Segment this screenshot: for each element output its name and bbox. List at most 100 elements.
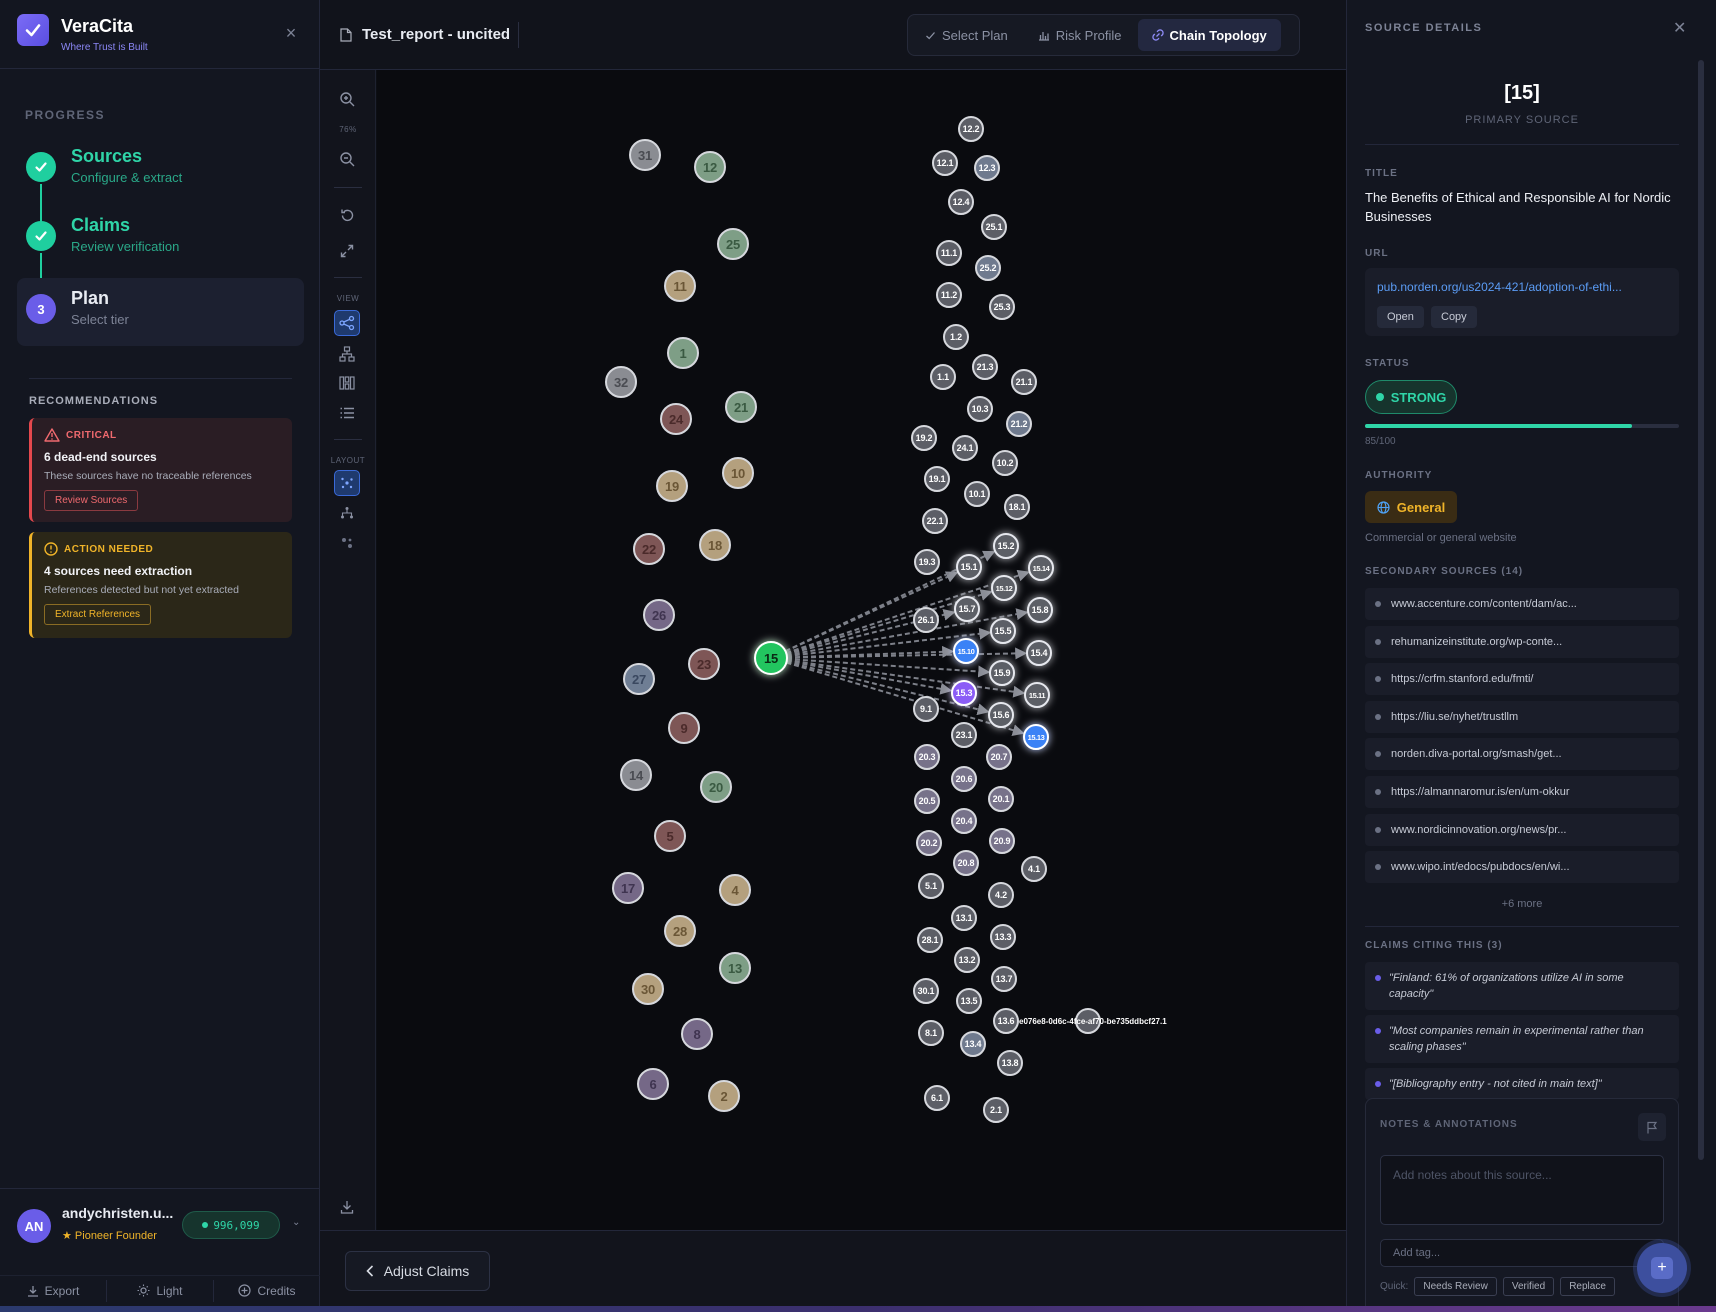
avatar[interactable]: AN [17,1209,51,1243]
graph-node[interactable]: 24 [660,403,692,435]
graph-node[interactable]: 13.6 [993,1008,1019,1034]
secondary-source-item[interactable]: https://liu.se/nyhet/trustllm [1365,700,1679,733]
graph-node[interactable]: 17 [612,872,644,904]
graph-node[interactable]: 15.1 [956,554,982,580]
graph-node[interactable]: 15.11 [1024,682,1050,708]
add-tag-fab-button[interactable]: + [1637,1243,1687,1293]
tree-view-button[interactable] [334,341,360,367]
graph-node[interactable]: 20.9 [989,828,1015,854]
credits-button[interactable]: Credits [214,1280,320,1302]
graph-node[interactable]: 21.1 [1011,369,1037,395]
graph-node[interactable]: 12.1 [932,150,958,176]
graph-node[interactable]: 24.1 [952,435,978,461]
flag-button[interactable] [1638,1113,1666,1141]
graph-node[interactable]: 10.2 [992,450,1018,476]
tab-select-plan[interactable]: Select Plan [911,19,1022,51]
graph-node[interactable]: 13.7 [991,966,1017,992]
force-layout-button[interactable] [334,470,360,496]
graph-node[interactable]: 5.1 [918,873,944,899]
graph-node[interactable]: 13.3 [990,924,1016,950]
graph-node[interactable]: 10.1 [964,481,990,507]
graph-node[interactable]: 13.2 [954,947,980,973]
graph-node[interactable]: 20.3 [914,744,940,770]
graph-node[interactable]: 6.1 [924,1085,950,1111]
graph-node[interactable]: 15.14 [1028,555,1054,581]
brand[interactable]: VeraCita Where Trust is Built [17,14,317,54]
graph-node[interactable]: 18 [699,529,731,561]
graph-node[interactable]: 1.1 [930,364,956,390]
graph-node[interactable]: 1 [667,337,699,369]
tag-input[interactable] [1380,1239,1664,1267]
tab-risk-profile[interactable]: Risk Profile [1024,19,1136,51]
graph-node[interactable]: 15.7 [954,596,980,622]
secondary-source-item[interactable]: www.accenture.com/content/dam/ac... [1365,588,1679,620]
graph-node[interactable]: 6 [637,1068,669,1100]
graph-node[interactable]: 4 [719,874,751,906]
graph-node[interactable]: 20.2 [916,830,942,856]
claim-item[interactable]: "Most companies remain in experimental r… [1365,1015,1679,1063]
secondary-source-item[interactable]: https://crfm.stanford.edu/fmti/ [1365,663,1679,696]
source-url-link[interactable]: pub.norden.org/us2024-421/adoption-of-et… [1377,280,1622,294]
graph-node[interactable]: 12 [694,151,726,183]
graph-node[interactable]: 30 [632,973,664,1005]
panel-scrollbar[interactable] [1698,60,1704,1160]
graph-node[interactable]: 2.1 [983,1097,1009,1123]
graph-node[interactable]: 12.3 [974,155,1000,181]
reset-view-button[interactable] [334,202,360,228]
graph-node[interactable]: 25 [717,228,749,260]
graph-node[interactable]: 21 [725,391,757,423]
graph-node[interactable]: 19 [656,470,688,502]
zoom-out-button[interactable] [334,146,360,172]
graph-node[interactable]: 26 [643,599,675,631]
graph-node[interactable]: 19.1 [924,466,950,492]
graph-node[interactable]: 13 [719,952,751,984]
secondary-source-item[interactable]: rehumanizeinstitute.org/wp-conte... [1365,625,1679,658]
close-icon[interactable]: ✕ [1673,18,1686,38]
graph-node[interactable]: 25.1 [981,214,1007,240]
graph-node[interactable]: 13.5 [956,988,982,1014]
graph-node[interactable]: 31 [629,139,661,171]
graph-node[interactable]: 9 [668,712,700,744]
secondary-source-item[interactable]: norden.diva-portal.org/smash/get... [1365,738,1679,771]
graph-node[interactable]: 25.3 [989,294,1015,320]
quick-tag-needs-review[interactable]: Needs Review [1414,1277,1497,1296]
graph-node[interactable]: 23 [688,648,720,680]
graph-node[interactable]: 2 [708,1080,740,1112]
graph-node[interactable]: 28.1 [917,927,943,953]
zoom-in-button[interactable] [334,86,360,112]
graph-node[interactable]: 23.1 [951,722,977,748]
graph-node[interactable]: 15.2 [993,533,1019,559]
columns-view-button[interactable] [334,370,360,396]
graph-node[interactable]: 8 [681,1018,713,1050]
graph-node[interactable]: 25.2 [975,255,1001,281]
graph-node[interactable]: 4.2 [988,882,1014,908]
graph-node[interactable]: 19.2 [911,425,937,451]
cluster-layout-button[interactable] [334,530,360,556]
graph-node[interactable]: 22.1 [922,508,948,534]
download-graph-button[interactable] [334,1194,360,1220]
hierarchical-layout-button[interactable] [334,500,360,526]
close-sidebar-icon[interactable]: × [282,24,300,42]
credit-balance[interactable]: 996,099 [182,1211,280,1239]
graph-node[interactable]: 13.4 [960,1031,986,1057]
claim-item[interactable]: "Finland: 61% of organizations utilize A… [1365,962,1679,1010]
graph-node[interactable]: 10 [722,457,754,489]
graph-node[interactable]: 14 [620,759,652,791]
graph-node[interactable]: 20.6 [951,766,977,792]
secondary-source-item[interactable]: www.wipo.int/edocs/pubdocs/en/wi... [1365,851,1679,884]
graph-node[interactable]: 11 [664,270,696,302]
graph-node[interactable]: 9.1 [913,696,939,722]
graph-node[interactable]: 8.1 [918,1020,944,1046]
notes-textarea[interactable] [1380,1155,1664,1225]
graph-node[interactable]: 20.5 [914,788,940,814]
graph-node[interactable]: 15 [754,641,788,675]
graph-node[interactable]: 15.5 [990,618,1016,644]
graph-node[interactable]: 19.3 [914,549,940,575]
graph-node[interactable]: 15.10 [953,638,979,664]
graph-node[interactable]: 32 [605,366,637,398]
graph-node[interactable]: 15.12 [991,575,1017,601]
chain-topology-graph[interactable]: 31 12 25 11 1 32 24 21 19 10 22 18 26 27 23 9 14 20 5 17 4 28… [377,70,1346,1230]
graph-node[interactable]: 22 [633,533,665,565]
quick-tag-replace[interactable]: Replace [1560,1277,1615,1296]
step-plan[interactable]: 3 Plan Select tier [17,278,304,346]
